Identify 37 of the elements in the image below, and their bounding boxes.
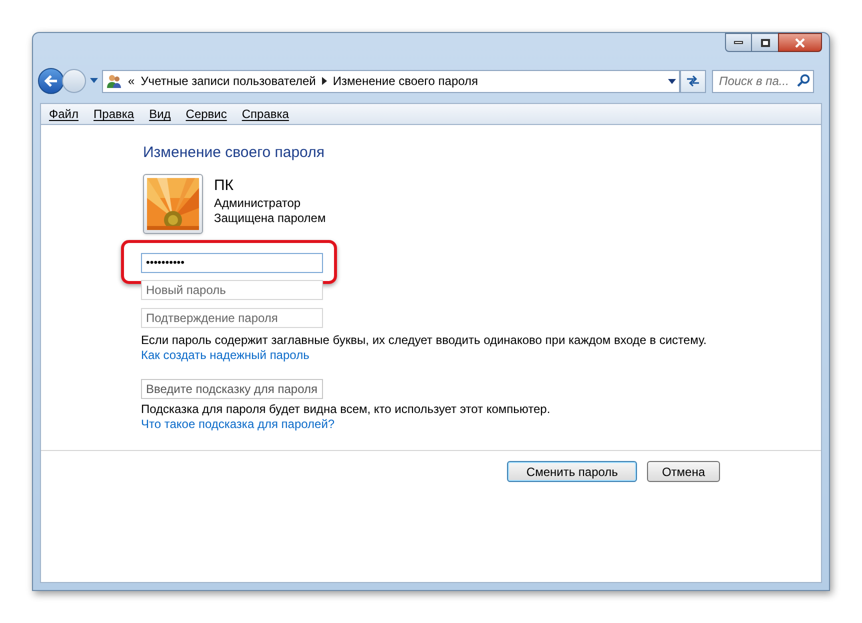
dropdown-icon[interactable] (90, 78, 98, 84)
password-field[interactable]: •••••••••• (141, 253, 323, 273)
minimize-button[interactable] (725, 33, 752, 52)
refresh-icon (685, 74, 701, 88)
user-status: Защищена паролем (214, 211, 326, 226)
breadcrumb-item[interactable]: Изменение своего пароля (332, 72, 478, 90)
hint-field[interactable]: Введите подсказку для пароля (141, 379, 323, 399)
menu-item[interactable]: Файл (49, 105, 79, 123)
hint-note: Подсказка для пароля будет видна всем, кто использует этот компьютер. (141, 402, 550, 417)
breadcrumb-overflow[interactable]: « (128, 72, 135, 90)
user-name: ПК (214, 176, 235, 196)
users-icon (106, 73, 122, 89)
chevron-icon[interactable] (322, 77, 327, 85)
back-button[interactable] (38, 68, 64, 94)
breadcrumb-item[interactable]: Учетные записи пользователей (140, 72, 316, 90)
page-title: Изменение своего пароля (143, 143, 324, 163)
menu-item[interactable]: Сервис (186, 105, 227, 123)
strong-password-link[interactable]: Как создать надежный пароль (141, 348, 310, 363)
menu-item[interactable]: Справка (242, 105, 289, 123)
close-icon (794, 38, 806, 48)
menu-item[interactable]: Вид (149, 105, 171, 123)
capitals-note: Если пароль содержит заглавные буквы, их следует вводить одинаково при каждом входе в систему. (141, 333, 707, 348)
password-field[interactable]: Новый пароль (141, 280, 323, 300)
search-icon (797, 74, 810, 87)
close-button[interactable] (778, 33, 822, 52)
dropdown-icon[interactable] (668, 78, 676, 84)
user-role: Администратор (214, 196, 302, 211)
password-hint-link[interactable]: Что такое подсказка для паролей? (141, 417, 335, 432)
change-password-button[interactable]: Сменить пароль (507, 461, 637, 482)
cancel-button[interactable]: Отмена (646, 461, 720, 482)
address-bar[interactable]: « Учетные записи пользователей Изменение своего пароля (102, 70, 680, 92)
search-field[interactable]: Поиск в па... (712, 70, 814, 92)
refresh-button[interactable] (680, 70, 706, 92)
back-arrow-icon (44, 75, 58, 87)
password-field[interactable]: Подтверждение пароля (141, 308, 323, 328)
maximize-button[interactable] (752, 33, 778, 52)
menu-item[interactable]: Правка (94, 105, 134, 123)
